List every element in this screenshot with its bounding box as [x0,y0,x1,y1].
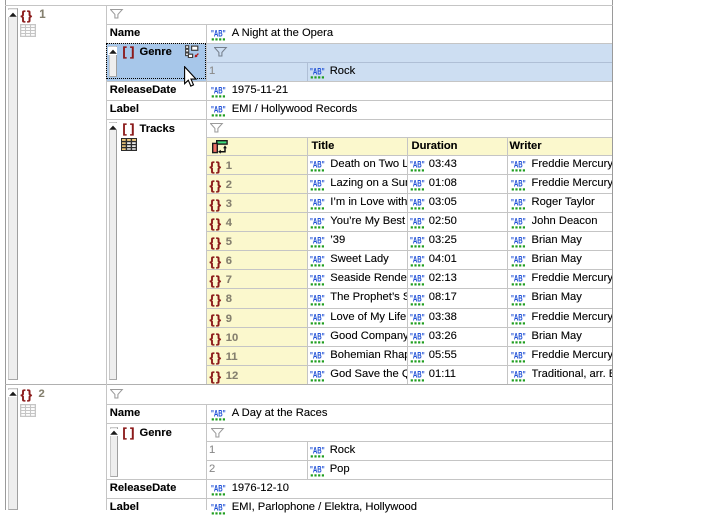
svg-text:"AB": "AB" [211,503,226,513]
svg-text:"AB": "AB" [511,255,526,265]
svg-text:"AB": "AB" [410,274,425,284]
svg-text:"AB": "AB" [511,217,526,227]
svg-text:"AB": "AB" [410,236,425,246]
svg-text:"AB": "AB" [410,255,425,265]
svg-text:"AB": "AB" [310,293,325,303]
svg-text:"AB": "AB" [410,159,425,169]
svg-text:"AB": "AB" [410,312,425,322]
svg-text:"AB": "AB" [511,312,526,322]
svg-text:"AB": "AB" [511,351,526,361]
svg-text:"AB": "AB" [310,331,325,341]
svg-text:"AB": "AB" [310,312,325,322]
svg-text:"AB": "AB" [211,85,226,95]
svg-text:"AB": "AB" [410,198,425,208]
svg-text:"AB": "AB" [511,198,526,208]
svg-text:"AB": "AB" [410,370,425,380]
svg-text:"AB": "AB" [511,370,526,380]
svg-text:"AB": "AB" [310,159,325,169]
svg-text:"AB": "AB" [310,67,325,77]
svg-text:"AB": "AB" [511,331,526,341]
svg-text:"AB": "AB" [310,255,325,265]
svg-text:"AB": "AB" [310,446,325,456]
svg-text:"AB": "AB" [410,331,425,341]
svg-text:"AB": "AB" [410,217,425,227]
svg-text:"AB": "AB" [410,293,425,303]
svg-text:"AB": "AB" [511,236,526,246]
svg-text:"AB": "AB" [310,178,325,188]
svg-text:"AB": "AB" [211,28,226,38]
svg-text:"AB": "AB" [511,293,526,303]
svg-text:"AB": "AB" [310,236,325,246]
svg-text:"AB": "AB" [511,159,526,169]
svg-text:"AB": "AB" [310,370,325,380]
svg-text:"AB": "AB" [511,178,526,188]
svg-text:"AB": "AB" [310,217,325,227]
svg-text:"AB": "AB" [310,465,325,475]
svg-text:"AB": "AB" [310,351,325,361]
svg-text:"AB": "AB" [310,274,325,284]
svg-text:"AB": "AB" [511,274,526,284]
svg-text:"AB": "AB" [211,409,226,419]
svg-text:"AB": "AB" [310,198,325,208]
svg-text:"AB": "AB" [410,178,425,188]
svg-text:"AB": "AB" [211,484,226,494]
svg-text:"AB": "AB" [211,104,226,114]
svg-text:"AB": "AB" [410,351,425,361]
